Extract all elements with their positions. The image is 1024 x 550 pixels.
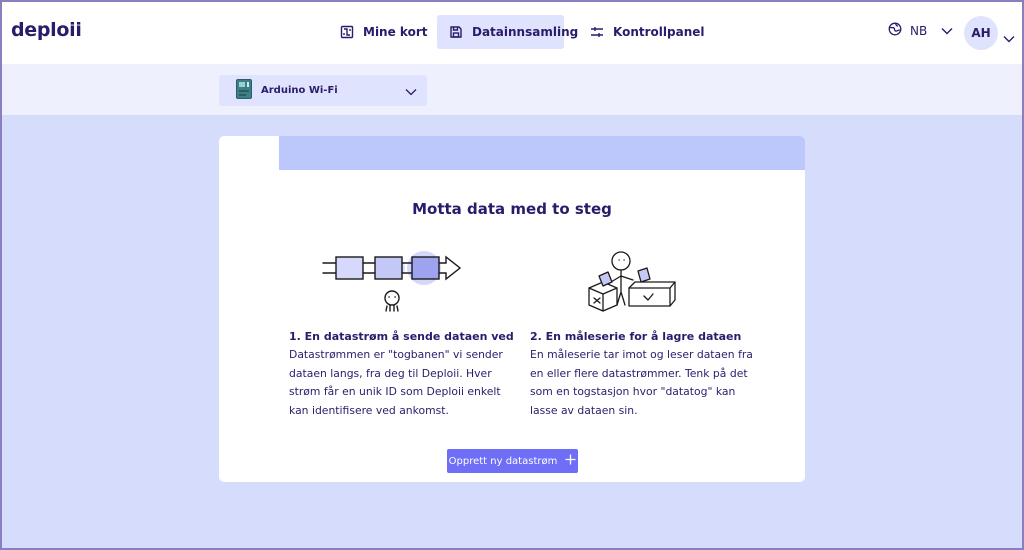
onboarding-card: Motta data med to steg 1. En datastrøm å… [219,136,805,482]
card-header-band [279,136,805,170]
language-selector[interactable]: NB [888,22,953,39]
device-toolbar: Arduino Wi-Fi [2,64,1022,115]
database-icon [449,25,463,39]
data-stream-illustration [319,248,469,322]
chevron-down-icon [405,81,417,100]
create-datastream-label: Opprett ny datastrøm [448,455,558,467]
chevron-down-icon [941,24,953,38]
device-board-icon [236,78,252,103]
sliders-icon [590,26,604,38]
step-1-body-line: strøm får en unik ID som Deploii enkelt [289,385,501,398]
measurement-series-illustration [584,246,684,320]
step-1-body: Datastrømmen er "togbanen" vi sender dat… [289,346,503,420]
circuit-board-icon [340,25,354,39]
step-2-body-line: som en togstasjon hvor "datatog" kan [530,385,736,398]
nav-item-datainnsamling[interactable]: Datainnsamling [437,15,578,49]
step-2-body: En måleserie tar imot og leser dataen fr… [530,346,753,420]
chevron-down-icon[interactable] [1003,28,1015,47]
step-1-title: 1. En datastrøm å sende dataen ved [289,330,514,343]
top-navigation-bar: deploii Mine kort Datainnsamling Kontrol… [2,2,1022,65]
step-2-body-line: en eller flere datastrømmer. Tenk på det [530,366,748,380]
step-2-body-line: En måleserie tar imot og leser dataen fr… [530,348,753,361]
step-2-title: 2. En måleserie for å lagre dataen [530,330,742,343]
card-title: Motta data med to steg [412,200,612,218]
nav-item-label: Kontrollpanel [613,25,705,39]
app-window: deploii Mine kort Datainnsamling Kontrol… [0,0,1024,550]
device-select[interactable]: Arduino Wi-Fi [219,75,427,106]
globe-icon [888,22,902,39]
nav-item-label: Datainnsamling [472,25,579,39]
step-1-body-line: dataen langs, fra deg til Deploii. Hver [289,366,492,380]
device-select-value: Arduino Wi-Fi [261,85,338,96]
nav-item-kontrollpanel[interactable]: Kontrollpanel [578,15,716,49]
create-datastream-button[interactable]: Opprett ny datastrøm [447,449,578,473]
user-avatar[interactable]: AH [964,16,998,50]
plus-icon [565,454,576,468]
step-2-body-line: lasse av dataen sin. [530,403,638,417]
language-code: NB [910,23,928,38]
step-1-body-line: Datastrømmen er "togbanen" vi sender [289,348,503,361]
step-1-body-line: kan identifisere ved ankomst. [289,403,449,417]
nav-item-label: Mine kort [363,25,428,39]
nav-item-mine-kort[interactable]: Mine kort [328,15,439,49]
brand-logo[interactable]: deploii [11,19,82,41]
